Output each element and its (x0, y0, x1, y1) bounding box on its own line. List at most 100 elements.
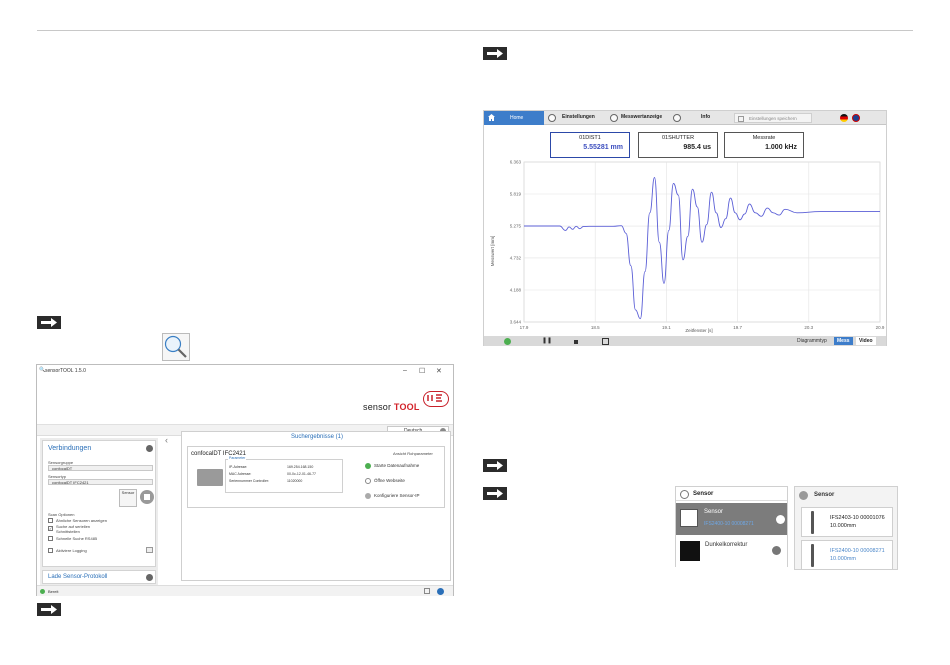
sensor-type-select[interactable]: confocalDT IFC2421 (48, 479, 153, 485)
similar-sensors-checkbox[interactable] (48, 518, 53, 523)
step-arrow-icon (483, 487, 507, 500)
option-label: Aktiviere Logging (56, 548, 87, 553)
sensor-group-select[interactable]: confocalDT (48, 465, 153, 471)
info-icon[interactable] (437, 588, 444, 595)
option-label: Ähnliche Sensoren anzeigen (56, 518, 107, 523)
sensor-search-icon (162, 333, 190, 361)
save-settings-button[interactable]: Einstellungen speichern (734, 113, 812, 123)
param-key: Seriennummer Controller: (229, 479, 270, 483)
rs485-search-checkbox[interactable] (48, 536, 53, 541)
collapse-icon[interactable] (146, 445, 153, 452)
y-tick-label: 5.819 (510, 192, 522, 197)
x-tick-label: 17.9 (520, 325, 529, 330)
params-legend: Parameter (228, 456, 247, 460)
option-label: Schnelle Suche RS485 (56, 536, 98, 541)
diagram-type-label: Diagrammtyp (797, 338, 827, 344)
step-arrow-icon (483, 459, 507, 472)
scan-options-label: Scan Optionen (48, 512, 75, 517)
x-tick-label: 20.9 (876, 325, 885, 330)
play-icon (365, 463, 371, 469)
measurement-box-rate[interactable]: Messrate 1.000 kHz (724, 132, 804, 158)
play-button[interactable] (504, 338, 511, 345)
x-tick-label: 19.7 (733, 325, 742, 330)
chevron-down-icon[interactable] (146, 574, 153, 581)
chevron-right-icon (772, 546, 781, 555)
logging-checkbox[interactable] (48, 548, 53, 553)
search-results-panel: Suchergebnisse (1) confocalDT IFC2421 An… (181, 431, 451, 581)
edit-document-icon (680, 509, 698, 527)
measurement-chart: 6.363 5.819 5.275 4.732 4.188 3.64417.9 18.5 19… (490, 160, 885, 334)
stop-button[interactable] (140, 490, 154, 504)
param-key: IP-Adresse: (229, 465, 248, 469)
y-tick-label: 3.644 (510, 320, 522, 325)
status-text: Bereit (48, 589, 59, 594)
y-tick-label: 4.732 (510, 255, 522, 260)
x-tick-label: 18.5 (591, 325, 600, 330)
param-value: 00-0c-12-01-46-77 (287, 472, 316, 476)
sensor-menu-header[interactable]: Sensor (676, 487, 787, 501)
start-acquisition-button[interactable]: Starte Datenaufnahme (374, 463, 419, 468)
x-tick-label: 20.3 (804, 325, 813, 330)
x-tick-label: 19.1 (662, 325, 671, 330)
save-icon (738, 116, 744, 122)
close-button[interactable]: ✕ (436, 367, 442, 375)
y-tick-label: 6.363 (510, 160, 522, 165)
web-icon (365, 478, 371, 484)
probe-icon (811, 511, 814, 534)
diagram-mess-button[interactable]: Mess (834, 337, 853, 345)
y-axis-label: Messwert [mm] (490, 236, 495, 267)
sensor-search-button[interactable]: Sensor (119, 489, 137, 507)
chevron-left-icon (776, 515, 785, 524)
chevron-up-icon (680, 490, 689, 499)
nav-measurement[interactable]: Messwertanzeige (621, 114, 662, 120)
brand-logo-text: sensor TOOL (363, 402, 420, 412)
status-bar: Bereit (37, 585, 453, 596)
uk-flag-icon[interactable] (852, 114, 860, 122)
measurement-web-ui: Home Einstellungen Messwertanzeige Info … (483, 110, 887, 346)
dark-correction-item[interactable]: Dunkelkorrektur (676, 537, 787, 567)
save-icon[interactable] (424, 588, 430, 594)
raw-params-link[interactable]: Ansicht Rohparameter (393, 451, 433, 456)
sensortool-window: 🔍 sensorTOOL 1.5.0 – ☐ ✕ sensor TOOL Deu… (36, 364, 454, 596)
sensor-menu-item[interactable]: Sensor IFS2400-10 00008271 (676, 503, 787, 535)
top-rule (37, 30, 913, 31)
chevron-left-icon[interactable]: ‹ (165, 435, 168, 445)
nav-home[interactable]: Home (484, 111, 544, 125)
sensor-list-title: Sensor (814, 492, 835, 498)
nav-settings[interactable]: Einstellungen (562, 114, 595, 120)
option-label: Suche auf seriellen Schnittstellen (56, 524, 91, 534)
diagram-video-button[interactable]: Video (856, 337, 876, 345)
status-ok-icon (40, 589, 45, 594)
probe-icon (811, 544, 814, 567)
minimize-button[interactable]: – (403, 367, 407, 374)
app-header (37, 377, 453, 425)
info-icon (673, 114, 681, 122)
param-value: 169.254.168.150 (287, 465, 314, 469)
pause-button[interactable]: ❚❚ (542, 337, 552, 344)
serial-search-checkbox[interactable] (48, 526, 53, 531)
open-website-button[interactable]: Öffne Webseite (374, 478, 405, 483)
param-key: MAC Adresse: (229, 472, 252, 476)
load-protocol-title: Lade Sensor-Protokoll (48, 574, 108, 580)
german-flag-icon[interactable] (840, 114, 848, 122)
nav-info[interactable]: Info (701, 114, 710, 120)
measurement-box-shutter[interactable]: 01SHUTTER 985.4 us (638, 132, 718, 158)
y-tick-label: 4.188 (510, 287, 522, 292)
sensor-menu: Sensor Sensor IFS2400-10 00008271 Dunkel… (675, 486, 788, 567)
y-tick-label: 5.275 (510, 224, 522, 229)
maximize-button[interactable]: ☐ (419, 367, 425, 375)
sensor-card-selected[interactable]: IFS2400-10 00008271 10.000mm (801, 540, 893, 570)
configure-ip-button[interactable]: Konfiguriere Sensor-IP (374, 493, 420, 498)
device-card: confocalDT IFC2421 Ansicht Rohparameter … (187, 446, 445, 508)
window-titlebar: 🔍 sensorTOOL 1.5.0 – ☐ ✕ (37, 365, 453, 377)
company-logo (423, 391, 449, 407)
save-icon[interactable] (602, 338, 609, 345)
load-protocol-card[interactable]: Lade Sensor-Protokoll (42, 570, 156, 584)
stop-button[interactable] (574, 340, 578, 344)
connections-title[interactable]: Verbindungen (48, 445, 91, 452)
sensor-card[interactable]: IFS2403-10 00001076 10.000mm (801, 507, 893, 537)
log-folder-icon[interactable] (146, 547, 153, 553)
measurement-box-dist[interactable]: 01DIST1 5.55281 mm (550, 132, 630, 158)
home-icon (488, 114, 495, 121)
connections-card: Verbindungen Sensorgruppe confocalDT Sen… (42, 440, 156, 567)
